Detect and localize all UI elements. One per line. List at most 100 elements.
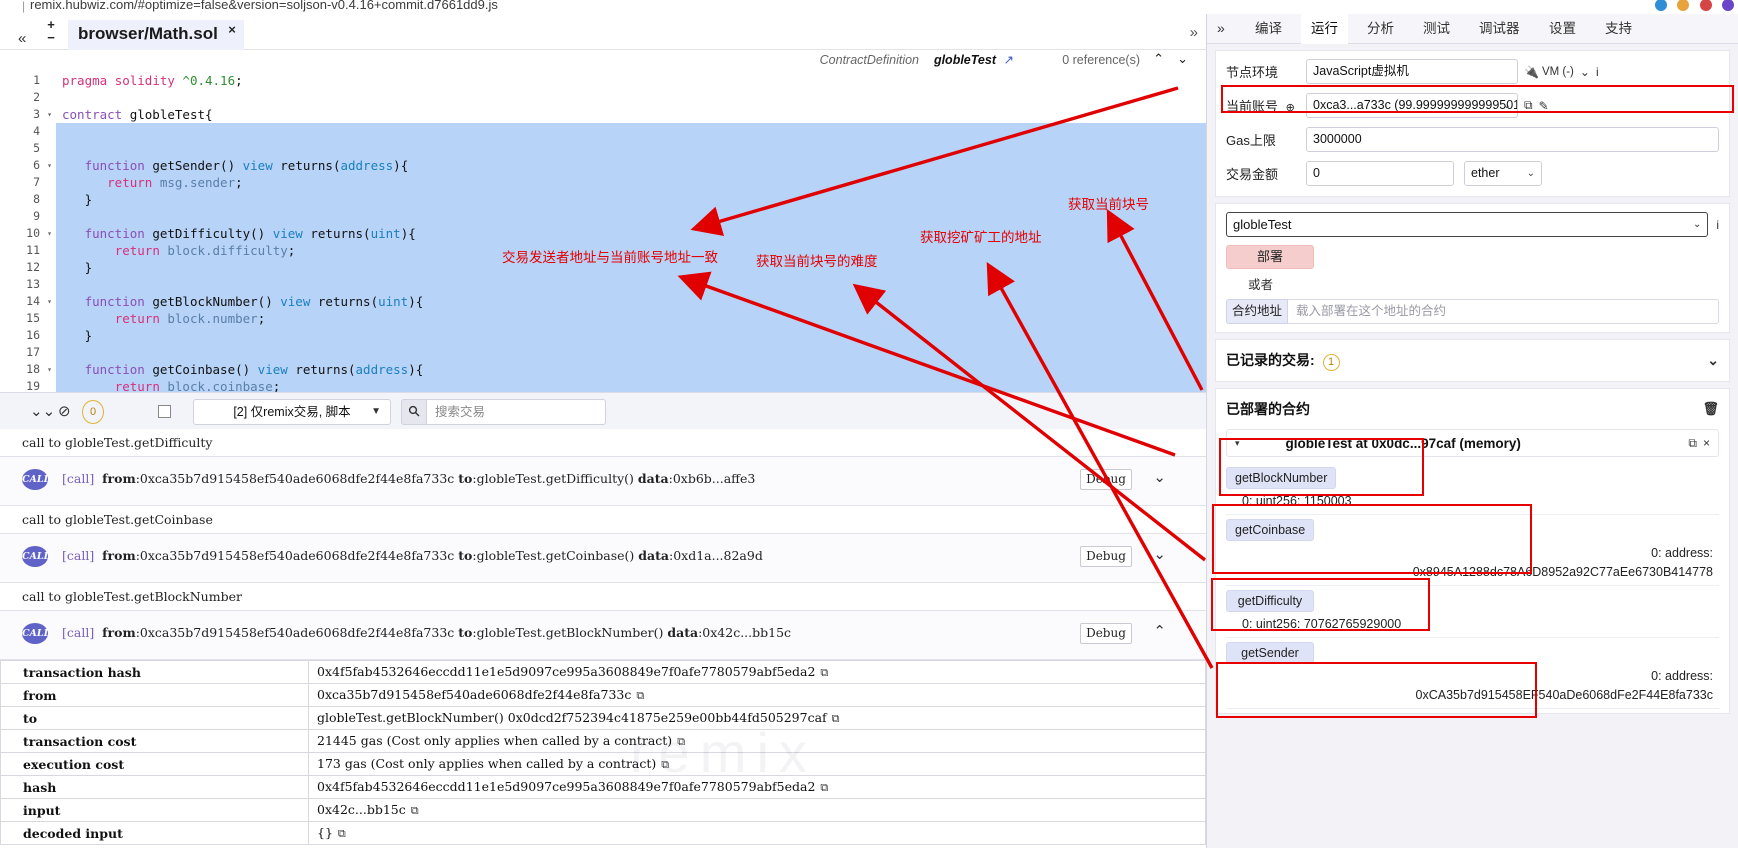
function-button-getsender[interactable]: getSender	[1226, 642, 1314, 664]
fold-toggle-icon[interactable]: ▾	[47, 361, 52, 378]
tab-3[interactable]: 分析	[1357, 14, 1404, 44]
tab-6[interactable]: 设置	[1539, 14, 1586, 44]
code-token: getDifficulty()	[152, 226, 273, 241]
editor-zoom-controls[interactable]: + −	[43, 18, 59, 44]
line-number: 17	[26, 345, 40, 359]
code-line[interactable]: pragma solidity ^0.4.16;	[56, 72, 1206, 89]
collapse-panel-icon[interactable]: «	[18, 30, 26, 47]
chevron-toggle-icon[interactable]: ⌄	[1153, 468, 1166, 486]
tab-5[interactable]: 调试器	[1469, 14, 1530, 44]
code-line[interactable]: }	[56, 191, 1206, 208]
terminal-collapse-icon[interactable]: ⌄⌄	[30, 402, 55, 420]
at-address-button[interactable]: 合约地址	[1226, 299, 1288, 324]
code-line[interactable]	[56, 208, 1206, 225]
chevron-down-icon[interactable]: ⌄	[1177, 51, 1188, 67]
copy-icon[interactable]: ⧉	[636, 689, 644, 703]
recorded-transactions-card[interactable]: 已记录的交易: 1 ⌄	[1215, 339, 1730, 382]
expand-tabs-icon[interactable]: »	[1190, 24, 1198, 41]
code-line[interactable]	[56, 89, 1206, 106]
pencil-icon[interactable]: ✎	[1539, 99, 1549, 113]
search-transactions-input[interactable]: 搜索交易	[426, 399, 606, 425]
account-select[interactable]: 0xca3...a733c (99.99999999999950159 ⌄	[1306, 93, 1518, 118]
function-button-getdifficulty[interactable]: getDifficulty	[1226, 590, 1314, 612]
editor-tab-math-sol[interactable]: browser/Math.sol ×	[68, 20, 244, 50]
deployed-instance-header[interactable]: ▾ globleTest at 0x0dc...97caf (memory) ⧉…	[1226, 429, 1719, 457]
line-number: 8	[33, 192, 40, 206]
debug-button[interactable]: Debug	[1080, 469, 1132, 490]
info-icon[interactable]: i	[1716, 218, 1719, 232]
copy-icon[interactable]: ⧉	[820, 781, 828, 795]
function-button-getcoinbase[interactable]: getCoinbase	[1226, 519, 1315, 541]
tab-7[interactable]: 支持	[1595, 14, 1642, 44]
code-line[interactable]: return block.number;	[56, 310, 1206, 327]
tab-2[interactable]: 运行	[1301, 14, 1348, 44]
url-text[interactable]: remix.hubwiz.com/#optimize=false&version…	[30, 0, 498, 12]
terminal-filter-checkbox[interactable]	[158, 405, 171, 418]
copy-icon[interactable]: ⧉	[820, 666, 828, 680]
value-unit-select[interactable]: ether ⌄	[1464, 161, 1542, 186]
code-line[interactable]: }	[56, 327, 1206, 344]
terminal-call-row[interactable]: CALL [call] from:0xca35b7d915458ef540ade6…	[0, 534, 1206, 583]
copy-icon[interactable]: ⧉	[832, 712, 840, 726]
expand-triangle-icon[interactable]: ▾	[1235, 438, 1240, 449]
gas-limit-input[interactable]: 3000000	[1306, 127, 1719, 152]
call-row-text: [call] from:0xca35b7d915458ef540ade6068d…	[62, 625, 792, 640]
copy-icon[interactable]: ⧉	[338, 827, 346, 841]
debug-button[interactable]: Debug	[1080, 546, 1132, 567]
code-token: ;	[235, 73, 243, 88]
code-line[interactable]: return msg.sender;	[56, 174, 1206, 191]
gas-limit-label: Gas上限	[1226, 133, 1276, 148]
chevron-toggle-icon[interactable]: ⌄	[1153, 545, 1166, 563]
chevron-down-icon[interactable]: ⌄	[1580, 65, 1590, 79]
terminal-clear-icon[interactable]: ⊘	[58, 402, 71, 420]
fold-toggle-icon[interactable]: ▾	[47, 157, 52, 174]
code-line[interactable]: function getCoinbase() view returns(addr…	[56, 361, 1206, 378]
more-tabs-icon[interactable]: »	[1217, 20, 1225, 36]
environment-select[interactable]: JavaScript虚拟机	[1306, 59, 1518, 84]
chevron-up-icon[interactable]: ⌃	[1153, 51, 1164, 67]
terminal-log-text: call to globleTest.getBlockNumber	[0, 583, 1206, 611]
tab-4[interactable]: 测试	[1413, 14, 1460, 44]
pending-count-badge: 0	[82, 400, 104, 424]
terminal-filter-label: [2] 仅remix交易, 脚本	[233, 405, 351, 419]
code-line[interactable]	[56, 140, 1206, 157]
code-token: returns(	[310, 226, 371, 241]
terminal-filter-select[interactable]: [2] 仅remix交易, 脚本 ▼	[193, 399, 391, 425]
copy-icon[interactable]: ⧉	[411, 804, 419, 818]
fold-toggle-icon[interactable]: ▾	[47, 106, 52, 123]
code-line[interactable]: contract globleTest{	[56, 106, 1206, 123]
terminal-log[interactable]: call to globleTest.getDifficulty CALL [cal…	[0, 429, 1206, 848]
call-badge: CALL	[22, 623, 50, 644]
code-line[interactable]: function getSender() view returns(addres…	[56, 157, 1206, 174]
code-line[interactable]: function getBlockNumber() view returns(u…	[56, 293, 1206, 310]
info-icon[interactable]: i	[1596, 65, 1599, 79]
debug-button[interactable]: Debug	[1080, 623, 1132, 644]
external-link-icon[interactable]: ↗	[1004, 52, 1014, 67]
close-icon[interactable]: ×	[1703, 436, 1710, 450]
line-number: 18 ▾	[26, 361, 52, 378]
code-line[interactable]	[56, 344, 1206, 361]
code-line[interactable]	[56, 123, 1206, 140]
contract-select[interactable]: globleTest ⌄	[1226, 212, 1709, 237]
copy-icon[interactable]: ⧉	[1524, 98, 1533, 113]
copy-icon[interactable]: ⧉	[1688, 436, 1697, 451]
fold-toggle-icon[interactable]: ▾	[47, 293, 52, 310]
fold-toggle-icon[interactable]: ▾	[47, 225, 52, 242]
chevron-toggle-icon[interactable]: ⌃	[1153, 622, 1166, 640]
code-line[interactable]: return block.coinbase;	[56, 378, 1206, 392]
add-account-icon[interactable]: ⊕	[1286, 102, 1295, 114]
trash-icon[interactable]: 🗑	[1702, 401, 1719, 417]
chevron-down-icon[interactable]: ⌄	[1707, 352, 1719, 369]
terminal-call-row[interactable]: CALL [call] from:0xca35b7d915458ef540ade6…	[0, 457, 1206, 506]
close-icon[interactable]: ×	[228, 22, 236, 37]
tab-1[interactable]: 编译	[1245, 14, 1292, 44]
search-icon[interactable]	[401, 399, 426, 425]
detail-key: hash	[0, 775, 309, 799]
terminal-call-row[interactable]: CALL [call] from:0xca35b7d915458ef540ade6…	[0, 611, 1206, 660]
function-button-getblocknumber[interactable]: getBlockNumber	[1226, 467, 1337, 489]
zoom-out-icon[interactable]: −	[43, 31, 59, 44]
deploy-button[interactable]: 部署	[1226, 245, 1314, 269]
value-input[interactable]: 0	[1306, 161, 1454, 186]
at-address-input[interactable]: 载入部署在这个地址的合约	[1288, 299, 1719, 324]
code-line[interactable]	[56, 276, 1206, 293]
